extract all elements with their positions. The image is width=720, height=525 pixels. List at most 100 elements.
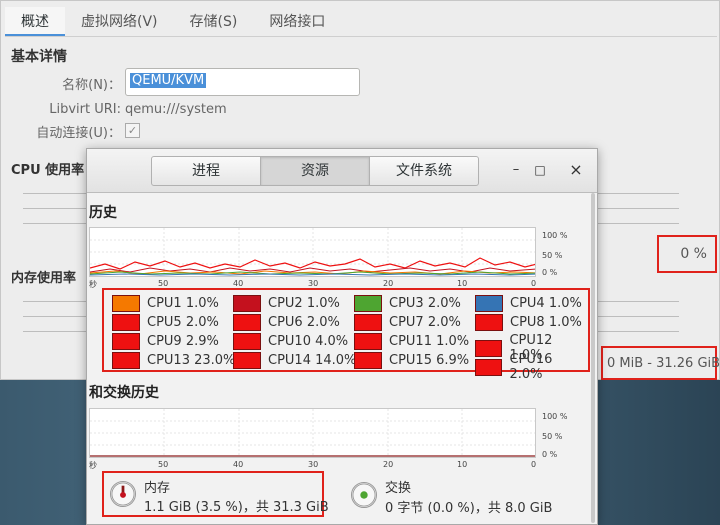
cpu-color-swatch[interactable] <box>354 295 382 312</box>
autoconnect-checkbox[interactable]: ✓ <box>125 123 140 138</box>
maximize-icon[interactable]: □ <box>532 162 548 178</box>
view-switcher: 进程 资源 文件系统 <box>151 156 479 186</box>
cpu-legend-label: CPU11 1.0% <box>389 334 470 349</box>
cpu-color-swatch[interactable] <box>475 358 503 376</box>
mem-x-tick: 40 <box>233 460 244 469</box>
close-icon[interactable]: × <box>568 162 584 178</box>
libvirt-uri-value: qemu:///system <box>125 102 227 117</box>
tab-file-systems[interactable]: 文件系统 <box>369 156 479 186</box>
cpu-color-swatch[interactable] <box>112 295 140 312</box>
cpu-legend-label: CPU4 1.0% <box>510 296 582 311</box>
header-bar: 进程 资源 文件系统 – □ × <box>87 149 597 193</box>
memory-usage-title: 内存使用率 <box>11 271 77 286</box>
memory-history-graph <box>89 408 536 458</box>
cpu-x-tick: 40 <box>233 279 244 288</box>
cpu-color-swatch[interactable] <box>475 295 503 312</box>
cpu-color-swatch[interactable] <box>112 352 140 369</box>
cpu-history-graph <box>89 227 536 277</box>
cpu-legend-label: CPU9 2.9% <box>147 334 219 349</box>
name-value: QEMU/KVM <box>130 73 207 88</box>
cpu-legend-label: CPU16 2.0% <box>509 352 553 382</box>
cpu-legend-label: CPU10 4.0% <box>268 334 349 349</box>
mem-x-tick: 20 <box>383 460 394 469</box>
tab-overview[interactable]: 概述 <box>5 7 65 36</box>
memory-usage-readout: 0 MiB - 31.26 GiB <box>601 346 720 380</box>
swap-detail: 0 字节 (0.0 %)，共 8.0 GiB <box>385 501 553 516</box>
cpu-legend-item: CPU2 1.0% <box>233 295 340 312</box>
mem-x-tick: 秒 <box>89 461 97 470</box>
mem-x-tick: 10 <box>457 460 468 469</box>
cpu-x-tick: 20 <box>383 279 394 288</box>
cpu-legend-item: CPU15 6.9% <box>354 352 469 369</box>
cpu-legend-item: CPU6 2.0% <box>233 314 340 331</box>
cpu-y-tick: 50 % <box>542 251 563 260</box>
libvirt-uri-label: Libvirt URI: <box>49 102 121 117</box>
memory-pie-icon <box>110 481 136 507</box>
cpu-color-swatch[interactable] <box>354 314 382 331</box>
scrollbar[interactable] <box>591 193 595 523</box>
cpu-legend-label: CPU13 23.0% <box>147 353 236 368</box>
name-label: 名称(N)： <box>62 78 121 93</box>
mem-y-tick: 50 % <box>542 432 563 441</box>
system-monitor-window: 进程 资源 文件系统 – □ × 历史 100 % 50 % 0 % 秒 50 … <box>86 148 598 525</box>
mem-x-tick: 50 <box>158 460 169 469</box>
cpu-usage-title: CPU 使用率 <box>11 163 85 178</box>
minimize-icon[interactable]: – <box>508 162 524 178</box>
autoconnect-label: 自动连接(U)： <box>36 126 121 141</box>
tab-resources[interactable]: 资源 <box>260 156 370 186</box>
cpu-x-tick: 30 <box>308 279 319 288</box>
memory-legend: 内存 1.1 GiB (3.5 %)，共 31.3 GiB <box>102 471 329 517</box>
cpu-legend-item: CPU16 2.0% <box>475 352 588 382</box>
memory-history-title: 和交换历史 <box>89 385 159 401</box>
cpu-legend-label: CPU2 1.0% <box>268 296 340 311</box>
cpu-percent-readout: 0 % <box>657 235 717 273</box>
mem-x-tick: 0 <box>531 460 537 469</box>
cpu-legend-label: CPU8 1.0% <box>510 315 582 330</box>
cpu-legend-label: CPU7 2.0% <box>389 315 461 330</box>
memory-detail: 1.1 GiB (3.5 %)，共 31.3 GiB <box>144 500 329 515</box>
cpu-legend-label: CPU5 2.0% <box>147 315 219 330</box>
cpu-legend: CPU1 1.0% CPU2 1.0% CPU3 2.0% CPU4 1.0% CPU5… <box>102 288 590 382</box>
mem-x-tick: 30 <box>308 460 319 469</box>
cpu-legend-item: CPU11 1.0% <box>354 333 469 350</box>
cpu-legend-item: CPU1 1.0% <box>112 295 219 312</box>
cpu-legend-item: CPU10 4.0% <box>233 333 348 350</box>
cpu-legend-label: CPU14 14.0% <box>268 353 357 368</box>
cpu-legend-item: CPU5 2.0% <box>112 314 219 331</box>
cpu-x-tick: 10 <box>457 279 468 288</box>
cpu-legend-label: CPU3 2.0% <box>389 296 461 311</box>
cpu-color-swatch[interactable] <box>112 314 140 331</box>
swap-pie-icon <box>351 482 377 508</box>
cpu-history-title: 历史 <box>89 205 117 221</box>
cpu-legend-item: CPU13 23.0% <box>112 352 235 369</box>
cpu-color-swatch[interactable] <box>112 333 140 350</box>
cpu-x-tick: 0 <box>531 279 537 288</box>
cpu-color-swatch[interactable] <box>233 314 261 331</box>
tab-virtual-networks[interactable]: 虚拟网络(V) <box>65 7 174 36</box>
cpu-color-swatch[interactable] <box>233 333 261 350</box>
name-field[interactable]: QEMU/KVM <box>125 68 360 96</box>
cpu-legend-item: CPU7 2.0% <box>354 314 461 331</box>
basic-details-title: 基本详情 <box>11 49 67 65</box>
cpu-color-swatch[interactable] <box>475 314 503 331</box>
mem-y-tick: 0 % <box>542 450 558 459</box>
cpu-x-tick: 50 <box>158 279 169 288</box>
cpu-legend-label: CPU1 1.0% <box>147 296 219 311</box>
cpu-color-swatch[interactable] <box>233 352 261 369</box>
cpu-x-tick: 秒 <box>89 280 97 289</box>
tab-storage[interactable]: 存储(S) <box>174 7 254 36</box>
swap-title: 交换 <box>385 481 412 496</box>
details-tabs: 概述 虚拟网络(V) 存储(S) 网络接口 <box>5 7 717 37</box>
cpu-legend-label: CPU15 6.9% <box>389 353 470 368</box>
cpu-legend-item: CPU4 1.0% <box>475 295 582 312</box>
cpu-color-swatch[interactable] <box>354 333 382 350</box>
mem-y-tick: 100 % <box>542 412 568 421</box>
cpu-y-tick: 0 % <box>542 268 558 277</box>
cpu-color-swatch[interactable] <box>354 352 382 369</box>
tab-processes[interactable]: 进程 <box>151 156 261 186</box>
cpu-color-swatch[interactable] <box>233 295 261 312</box>
tab-network-interfaces[interactable]: 网络接口 <box>253 7 341 36</box>
memory-title: 内存 <box>144 481 171 496</box>
cpu-legend-item: CPU8 1.0% <box>475 314 582 331</box>
cpu-legend-label: CPU6 2.0% <box>268 315 340 330</box>
